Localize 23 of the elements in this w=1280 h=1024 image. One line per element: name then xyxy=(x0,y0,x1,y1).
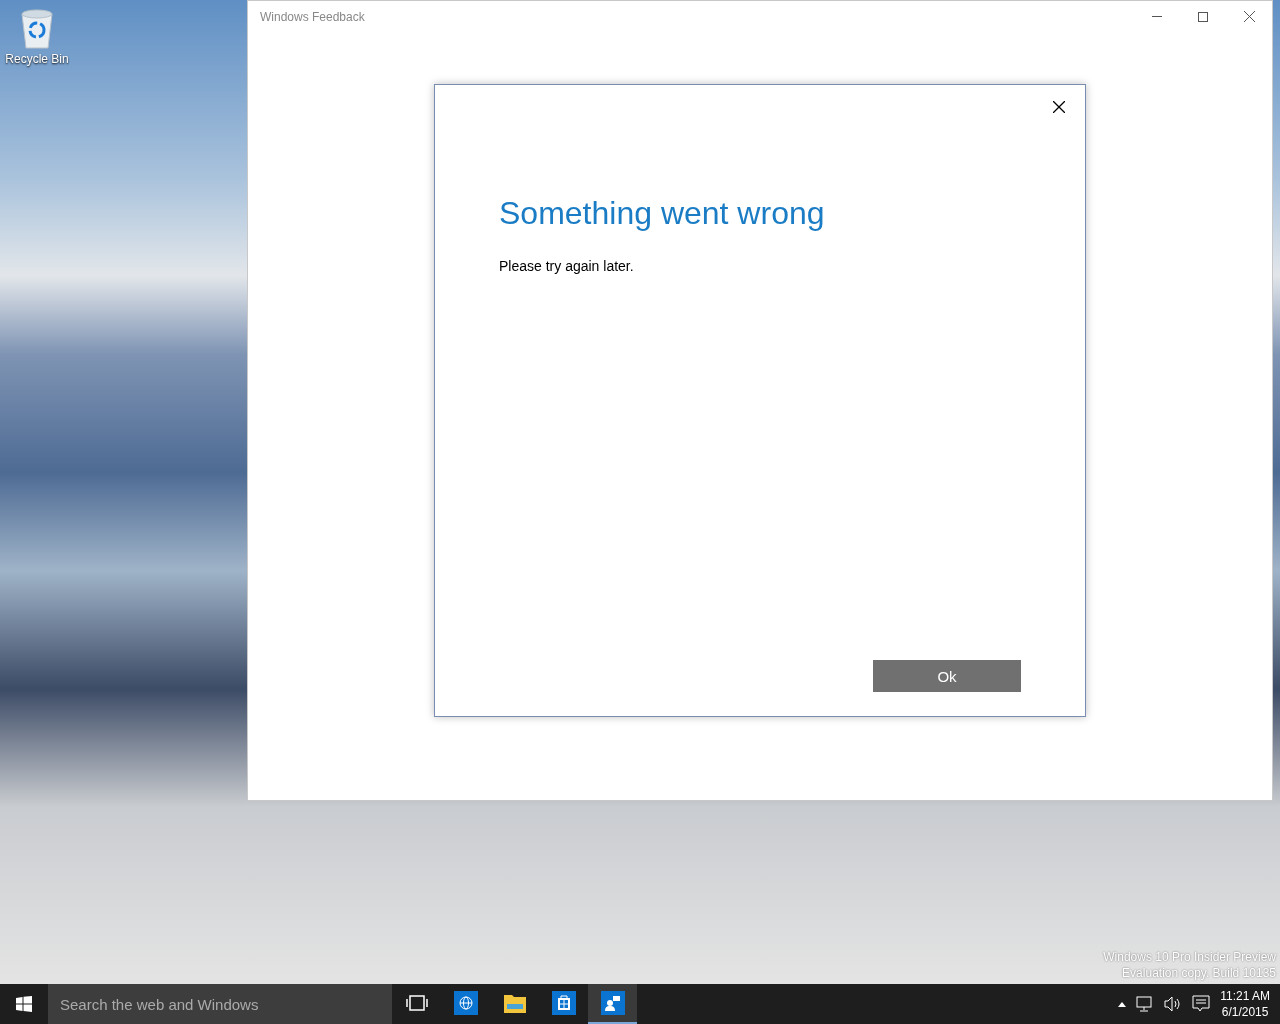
shopping-bag-icon xyxy=(551,991,576,1015)
minimize-icon xyxy=(1152,15,1162,18)
close-icon xyxy=(1053,101,1065,113)
recycle-bin-icon[interactable] xyxy=(18,8,56,50)
speaker-icon[interactable] xyxy=(1164,996,1183,1012)
clock-time[interactable]: 11:21 AM xyxy=(1220,988,1270,1004)
network-icon[interactable] xyxy=(1136,996,1155,1012)
taskbar-app-button[interactable] xyxy=(588,984,637,1024)
caret-up-icon[interactable] xyxy=(1118,1001,1127,1007)
person-speech-icon xyxy=(600,991,625,1015)
close-icon xyxy=(1243,11,1255,22)
ok-button[interactable]: Ok xyxy=(873,660,1021,692)
message-icon[interactable] xyxy=(1192,995,1211,1013)
window-title: Windows Feedback xyxy=(260,9,366,24)
dialog-title: Something went wrong xyxy=(499,195,826,232)
globe-icon xyxy=(453,991,478,1015)
maximize-icon xyxy=(1198,11,1208,22)
task-view-icon xyxy=(405,995,428,1011)
dialog-message: Please try again later. xyxy=(499,258,635,274)
windows-logo-icon xyxy=(16,996,32,1012)
search-field[interactable]: Search the web and Windows xyxy=(48,984,392,1024)
clock-date[interactable]: 6/1/2015 xyxy=(1221,1004,1269,1020)
folder-icon xyxy=(502,992,527,1014)
